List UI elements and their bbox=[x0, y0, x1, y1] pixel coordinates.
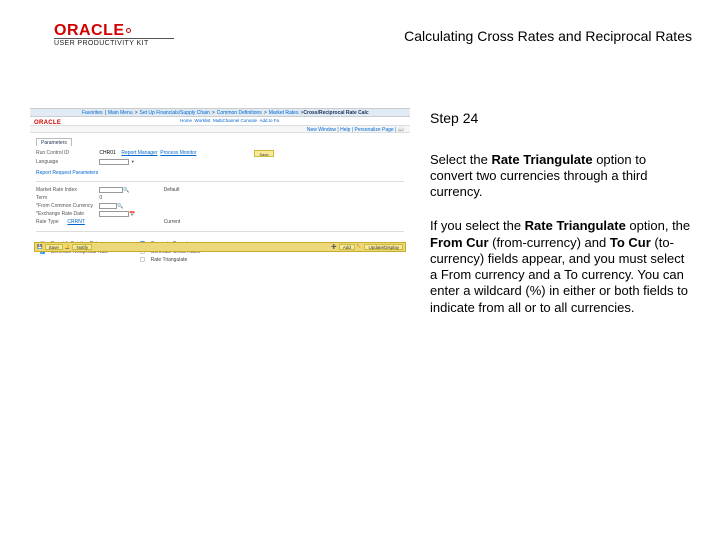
link-report-manager[interactable]: Report Manager bbox=[121, 150, 157, 156]
save-button[interactable]: Save bbox=[45, 244, 63, 250]
run-button[interactable]: Save bbox=[254, 150, 274, 157]
from-currency-input[interactable] bbox=[99, 203, 117, 209]
logo-subtitle: USER PRODUCTIVITY KIT bbox=[54, 40, 149, 47]
label-language: Language bbox=[36, 159, 98, 166]
rate-type-link[interactable]: CRRNT bbox=[67, 219, 85, 225]
text-default: Default bbox=[164, 187, 181, 194]
label-term: Term bbox=[36, 195, 98, 202]
bottom-toolbar: 💾Save 🔔Notify ➕Add ✏️Update/Display bbox=[34, 242, 406, 252]
exchange-rate-date-input[interactable] bbox=[99, 211, 129, 217]
link-process-monitor[interactable]: Process Monitor bbox=[160, 150, 196, 156]
update-display-button[interactable]: Update/Display bbox=[364, 244, 403, 250]
label-exchange-rate-date: *Exchange Rate Date bbox=[36, 211, 98, 218]
value-term: 0 bbox=[99, 195, 102, 201]
instruction-para-1: Select the Rate Triangulate option to co… bbox=[430, 152, 692, 201]
breadcrumb: Favorites|Main Menu>Set Up Financials/Su… bbox=[30, 108, 410, 117]
checkbox-rate-triangulate[interactable] bbox=[140, 257, 145, 262]
label-from-currency: *From Common Currency bbox=[36, 203, 98, 210]
notify-button[interactable]: Notify bbox=[72, 244, 92, 250]
section-header: Report Request Parameters bbox=[36, 170, 404, 177]
page-title: Calculating Cross Rates and Reciprocal R… bbox=[404, 28, 692, 44]
label-run-control: Run Control ID bbox=[36, 150, 98, 157]
market-rate-index-input[interactable] bbox=[99, 187, 123, 193]
instruction-panel: Step 24 Select the Rate Triangulate opti… bbox=[430, 110, 692, 334]
history-bar: New Window | Help | Personalize Page | 📖 bbox=[30, 125, 410, 133]
value-run-control: CHR01 bbox=[99, 150, 115, 156]
text-current: Current bbox=[164, 219, 181, 226]
label-market-rate-index: Market Rate Index bbox=[36, 187, 98, 194]
language-select[interactable] bbox=[99, 159, 129, 165]
tab-parameters[interactable]: Parameters bbox=[36, 138, 72, 146]
header: ORACLE USER PRODUCTIVITY KIT Calculating… bbox=[0, 0, 720, 60]
top-links: Home Worklist MultiChannel Console Add t… bbox=[30, 117, 410, 125]
add-button[interactable]: Add bbox=[339, 244, 355, 250]
label-rate-type: Rate Type bbox=[36, 219, 66, 226]
logo-divider bbox=[54, 38, 174, 39]
oracle-mini-logo: ORACLE bbox=[34, 120, 61, 126]
app-screenshot: Favorites|Main Menu>Set Up Financials/Su… bbox=[30, 108, 410, 258]
instruction-para-2: If you select the Rate Triangulate optio… bbox=[430, 218, 692, 316]
step-label: Step 24 bbox=[430, 110, 692, 128]
